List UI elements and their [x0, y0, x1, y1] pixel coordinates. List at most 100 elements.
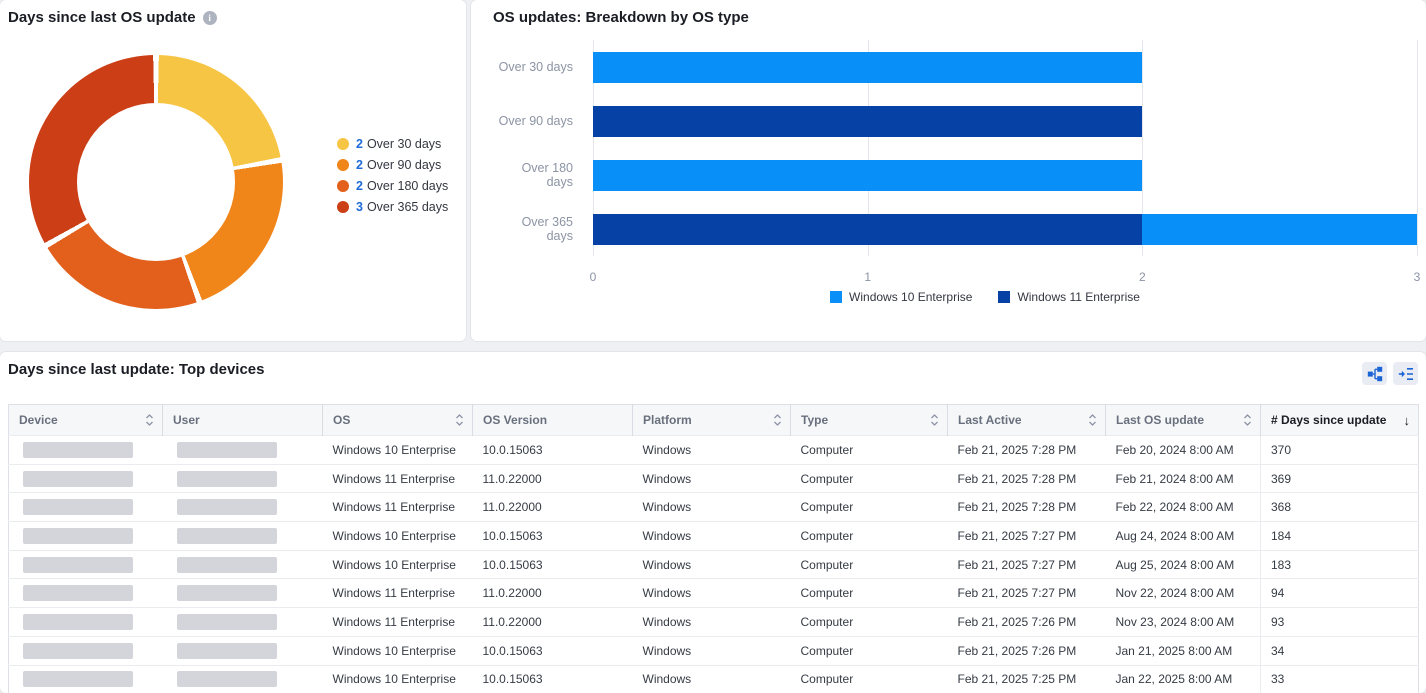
- bar-segment-windows-10-enterprise[interactable]: [1142, 214, 1417, 245]
- cell-platform: Windows: [633, 436, 791, 465]
- bar-category-label: Over 30 days: [493, 60, 573, 74]
- cell-days-since-update: 94: [1261, 579, 1419, 608]
- donut-legend-item-over-180-days[interactable]: 2Over 180 days: [337, 179, 448, 193]
- sort-carets-icon: [773, 413, 782, 427]
- column-header-os-version: OS Version: [473, 405, 633, 436]
- gridline: [1417, 40, 1418, 256]
- open-in-list-icon: [1398, 366, 1414, 382]
- redacted-user-value: [177, 557, 277, 573]
- column-header-os[interactable]: OS: [323, 405, 473, 436]
- cell-type: Computer: [791, 436, 948, 465]
- donut-legend-item-over-30-days[interactable]: 2Over 30 days: [337, 137, 448, 151]
- cell-platform: Windows: [633, 579, 791, 608]
- cell-device: [9, 665, 163, 693]
- cell-os: Windows 10 Enterprise: [323, 522, 473, 551]
- sort-carets-icon: [455, 413, 464, 427]
- donut-chart[interactable]: [29, 55, 283, 309]
- cell-last-os-update: Jan 22, 2025 8:00 AM: [1106, 665, 1261, 693]
- column-header-days-since-update[interactable]: # Days since update ↓: [1261, 405, 1419, 436]
- legend-swatch: [337, 201, 349, 213]
- legend-swatch: [830, 291, 842, 303]
- bar-segment-windows-10-enterprise[interactable]: [593, 52, 1142, 83]
- cell-user: [163, 579, 323, 608]
- table-row[interactable]: Windows 11 Enterprise11.0.22000WindowsCo…: [9, 579, 1419, 608]
- cell-days-since-update: 368: [1261, 493, 1419, 522]
- legend-label: Over 365 days: [367, 200, 448, 214]
- cell-days-since-update: 183: [1261, 550, 1419, 579]
- cell-os-version: 11.0.22000: [473, 464, 633, 493]
- cell-last-active: Feb 21, 2025 7:28 PM: [948, 436, 1106, 465]
- cell-last-active: Feb 21, 2025 7:28 PM: [948, 493, 1106, 522]
- table-row[interactable]: Windows 10 Enterprise10.0.15063WindowsCo…: [9, 636, 1419, 665]
- column-header-label: Platform: [643, 413, 692, 427]
- donut-legend-item-over-365-days[interactable]: 3 Over 365 days: [337, 200, 448, 214]
- visualization-switch-button[interactable]: [1362, 362, 1387, 385]
- top-charts-row: Days since last OS update i 2Over 30 day…: [0, 0, 1426, 341]
- column-header-last-os-update[interactable]: Last OS update: [1106, 405, 1261, 436]
- bar-segment-windows-10-enterprise[interactable]: [593, 160, 1142, 191]
- redacted-device-value: [23, 528, 133, 544]
- redacted-user-value: [177, 499, 277, 515]
- sort-desc-icon: ↓: [1404, 413, 1411, 428]
- cell-type: Computer: [791, 550, 948, 579]
- bar-segment-windows-11-enterprise[interactable]: [593, 214, 1142, 245]
- cell-user: [163, 636, 323, 665]
- cell-last-os-update: Feb 20, 2024 8:00 AM: [1106, 436, 1261, 465]
- cell-last-os-update: Nov 22, 2024 8:00 AM: [1106, 579, 1261, 608]
- legend-value: 3: [356, 200, 363, 214]
- column-header-label: Type: [801, 413, 828, 427]
- table-row[interactable]: Windows 10 Enterprise10.0.15063WindowsCo…: [9, 522, 1419, 551]
- column-header-label: OS: [333, 413, 350, 427]
- cell-days-since-update: 33: [1261, 665, 1419, 693]
- redacted-device-value: [23, 442, 133, 458]
- cell-os-version: 11.0.22000: [473, 493, 633, 522]
- dashboard-page: Days since last OS update i 2Over 30 day…: [0, 0, 1426, 693]
- bar-track: [593, 160, 1417, 191]
- cell-os-version: 10.0.15063: [473, 436, 633, 465]
- bar-legend-item-windows-11-enterprise[interactable]: Windows 11 Enterprise: [998, 290, 1140, 304]
- legend-swatch: [998, 291, 1010, 303]
- cell-type: Computer: [791, 636, 948, 665]
- legend-swatch: [337, 159, 349, 171]
- legend-swatch: [337, 180, 349, 192]
- legend-swatch: [337, 138, 349, 150]
- cell-type: Computer: [791, 579, 948, 608]
- info-icon[interactable]: i: [203, 11, 217, 25]
- cell-device: [9, 464, 163, 493]
- cell-user: [163, 436, 323, 465]
- donut-legend-item-over-90-days[interactable]: 2Over 90 days: [337, 158, 448, 172]
- legend-value: 2: [356, 158, 363, 172]
- table-row[interactable]: Windows 11 Enterprise11.0.22000WindowsCo…: [9, 464, 1419, 493]
- column-header-platform[interactable]: Platform: [633, 405, 791, 436]
- table-row[interactable]: Windows 11 Enterprise11.0.22000WindowsCo…: [9, 608, 1419, 637]
- cell-days-since-update: 34: [1261, 636, 1419, 665]
- column-header-device[interactable]: Device: [9, 405, 163, 436]
- cell-user: [163, 493, 323, 522]
- column-header-label: # Days since update: [1271, 413, 1386, 427]
- x-tick-label: 1: [864, 270, 871, 284]
- table-row[interactable]: Windows 11 Enterprise11.0.22000WindowsCo…: [9, 493, 1419, 522]
- table-row[interactable]: Windows 10 Enterprise10.0.15063WindowsCo…: [9, 436, 1419, 465]
- table-row[interactable]: Windows 10 Enterprise10.0.15063WindowsCo…: [9, 550, 1419, 579]
- table-row[interactable]: Windows 10 Enterprise10.0.15063WindowsCo…: [9, 665, 1419, 693]
- redacted-user-value: [177, 643, 277, 659]
- cell-last-active: Feb 21, 2025 7:25 PM: [948, 665, 1106, 693]
- bar-legend-item-windows-10-enterprise[interactable]: Windows 10 Enterprise: [830, 290, 972, 304]
- bar-legend: Windows 10 Enterprise Windows 11 Enterpri…: [553, 290, 1417, 304]
- bar-panel-title: OS updates: Breakdown by OS type: [493, 8, 1417, 28]
- bar-plot: Over 30 daysOver 90 daysOver 180 daysOve…: [593, 40, 1417, 256]
- cell-device: [9, 608, 163, 637]
- open-in-list-button[interactable]: [1393, 362, 1418, 385]
- cell-platform: Windows: [633, 522, 791, 551]
- bar-track: [593, 106, 1417, 137]
- cell-last-active: Feb 21, 2025 7:27 PM: [948, 550, 1106, 579]
- bar-segment-windows-11-enterprise[interactable]: [593, 106, 1142, 137]
- cell-last-os-update: Nov 23, 2024 8:00 AM: [1106, 608, 1261, 637]
- column-header-label: Device: [19, 413, 58, 427]
- cell-last-os-update: Feb 22, 2024 8:00 AM: [1106, 493, 1261, 522]
- column-header-type[interactable]: Type: [791, 405, 948, 436]
- redacted-device-value: [23, 643, 133, 659]
- panel-top-devices: Days since last update: Top devices: [0, 352, 1426, 693]
- sort-carets-icon: [145, 413, 154, 427]
- column-header-last-active[interactable]: Last Active: [948, 405, 1106, 436]
